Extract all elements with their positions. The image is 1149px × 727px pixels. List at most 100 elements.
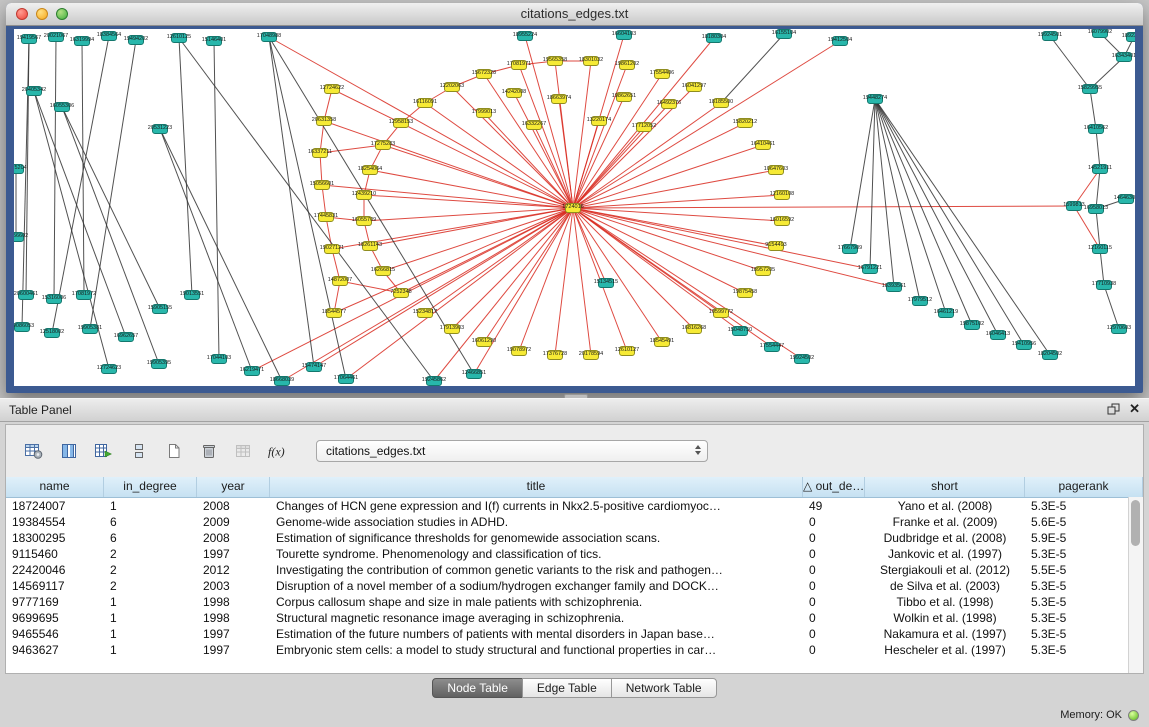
- graph-node[interactable]: 12202063: [444, 82, 460, 92]
- close-panel-icon[interactable]: ✕: [1129, 402, 1140, 416]
- graph-node[interactable]: 17376728: [547, 350, 563, 360]
- graph-node[interactable]: 20178594: [583, 350, 599, 360]
- graph-node[interactable]: 14872007: [332, 276, 348, 286]
- graph-node[interactable]: 12724622: [324, 84, 340, 94]
- graph-node[interactable]: 17710938: [1096, 280, 1112, 290]
- float-panel-icon[interactable]: [1107, 403, 1120, 415]
- graph-node[interactable]: 15829955: [1082, 84, 1098, 94]
- graph-node[interactable]: 16055709: [356, 216, 372, 226]
- column-header-title[interactable]: title: [270, 477, 803, 497]
- column-header-in_degree[interactable]: in_degree: [104, 477, 197, 497]
- graph-node[interactable]: 18544577: [326, 308, 342, 318]
- graph-node[interactable]: 19905395: [151, 359, 167, 369]
- graph-node[interactable]: 15146401: [206, 36, 222, 46]
- graph-node[interactable]: 17667909: [842, 244, 858, 254]
- graph-node[interactable]: 9275204: [14, 164, 24, 174]
- function-icon[interactable]: f(x): [265, 438, 292, 464]
- graph-node[interactable]: 19494202: [128, 35, 144, 45]
- graph-node[interactable]: 10647603: [768, 165, 784, 175]
- graph-node[interactable]: 19862651: [616, 92, 632, 102]
- graph-node[interactable]: 16604103: [616, 30, 632, 40]
- graph-node[interactable]: 1599813: [1066, 201, 1082, 211]
- graph-node[interactable]: 16155104: [776, 29, 792, 39]
- graph-node[interactable]: 1724016: [565, 203, 581, 213]
- graph-node[interactable]: 18923514: [1126, 32, 1135, 42]
- graph-node[interactable]: 13220174: [591, 116, 607, 126]
- graph-node[interactable]: 12958153: [393, 118, 409, 128]
- tab-node-table[interactable]: Node Table: [432, 678, 523, 698]
- graph-node[interactable]: 12610125: [171, 33, 187, 43]
- graph-node[interactable]: 18301032: [583, 56, 599, 66]
- graph-node[interactable]: 16266815: [375, 266, 391, 276]
- graph-node[interactable]: 19078972: [511, 346, 527, 356]
- graph-node[interactable]: 15234817: [417, 308, 433, 318]
- graph-node[interactable]: 19875458: [737, 288, 753, 298]
- graph-node[interactable]: 17554406: [654, 69, 670, 79]
- table-row[interactable]: 946362711997Embryonic stem cells: a mode…: [6, 642, 1143, 658]
- graph-node[interactable]: 18204502: [1042, 350, 1058, 360]
- table-scrollbar[interactable]: [1128, 497, 1143, 673]
- column-header-name[interactable]: name: [6, 477, 104, 497]
- graph-node[interactable]: 9154493: [768, 241, 784, 251]
- graph-node[interactable]: 17999013: [476, 108, 492, 118]
- window-titlebar[interactable]: citations_edges.txt: [6, 3, 1143, 26]
- graph-node[interactable]: 19419567: [21, 34, 37, 44]
- graph-node[interactable]: 18261143: [362, 241, 378, 251]
- rows-icon[interactable]: [125, 438, 152, 464]
- graph-node[interactable]: 16332267: [526, 120, 542, 130]
- graph-node[interactable]: 16219471: [244, 366, 260, 376]
- import-table-icon[interactable]: [230, 438, 257, 464]
- tab-network-table[interactable]: Network Table: [611, 678, 717, 698]
- graph-node[interactable]: 12970603: [1111, 324, 1127, 334]
- graph-node[interactable]: 12724623: [101, 364, 117, 374]
- graph-node[interactable]: 15905155: [152, 304, 168, 314]
- graph-node[interactable]: 18185500: [713, 98, 729, 108]
- graph-node[interactable]: 16816268: [686, 324, 702, 334]
- graph-node[interactable]: 16016592: [774, 216, 790, 226]
- table-settings-icon[interactable]: [20, 438, 47, 464]
- graph-node[interactable]: 16410562: [1088, 124, 1104, 134]
- graph-node[interactable]: 12466851: [466, 369, 482, 379]
- table-row[interactable]: 911546021997Tourette syndrome. Phenomeno…: [6, 546, 1143, 562]
- graph-node[interactable]: 17712052: [636, 122, 652, 132]
- graph-node[interactable]: 14242008: [506, 88, 522, 98]
- graph-node[interactable]: 16492376: [661, 99, 677, 109]
- graph-node[interactable]: 19924501: [1042, 31, 1058, 41]
- graph-node[interactable]: 15474147: [306, 362, 322, 372]
- graph-node[interactable]: 16337211: [312, 148, 328, 158]
- graph-node[interactable]: 16116091: [417, 98, 433, 108]
- graph-node[interactable]: 15134515: [598, 278, 614, 288]
- graph-node[interactable]: 16055306: [54, 102, 70, 112]
- new-file-icon[interactable]: [160, 438, 187, 464]
- scrollbar-thumb[interactable]: [1131, 500, 1140, 546]
- graph-node[interactable]: 17979512: [912, 296, 928, 306]
- column-header-out_de[interactable]: △ out_de…: [803, 477, 865, 497]
- graph-node[interactable]: 16791221: [862, 264, 878, 274]
- graph-node[interactable]: 19027121: [324, 244, 340, 254]
- graph-node[interactable]: 15316006: [46, 294, 62, 304]
- graph-node[interactable]: 12439210: [356, 190, 372, 200]
- show-columns-icon[interactable]: [55, 438, 82, 464]
- delete-column-icon[interactable]: [195, 438, 222, 464]
- graph-node[interactable]: 17554447: [764, 342, 780, 352]
- graph-node[interactable]: 14646302: [1118, 194, 1134, 204]
- graph-node[interactable]: 16319994: [74, 36, 90, 46]
- graph-node[interactable]: 20531223: [152, 124, 168, 134]
- table-row[interactable]: 946554611997Estimation of the future num…: [6, 626, 1143, 642]
- graph-node[interactable]: 19245862: [426, 376, 442, 386]
- graph-node[interactable]: 12610127: [619, 346, 635, 356]
- graph-node[interactable]: 15820212: [737, 118, 753, 128]
- table-row[interactable]: 969969511998Structural magnetic resonanc…: [6, 610, 1143, 626]
- graph-node[interactable]: 19410956: [1016, 340, 1032, 350]
- graph-node[interactable]: 17275283: [375, 140, 391, 150]
- graph-node[interactable]: 16046413: [990, 330, 1006, 340]
- graph-node[interactable]: 7252348: [393, 288, 409, 298]
- graph-node[interactable]: 17445831: [318, 212, 334, 222]
- add-column-icon[interactable]: [90, 438, 117, 464]
- graph-node[interactable]: 18663974: [551, 94, 567, 104]
- graph-node[interactable]: 19861202: [619, 60, 635, 70]
- graph-node[interactable]: 12160108: [774, 190, 790, 200]
- graph-node[interactable]: 20631358: [316, 116, 332, 126]
- graph-node[interactable]: 19013551: [184, 290, 200, 300]
- column-header-year[interactable]: year: [197, 477, 270, 497]
